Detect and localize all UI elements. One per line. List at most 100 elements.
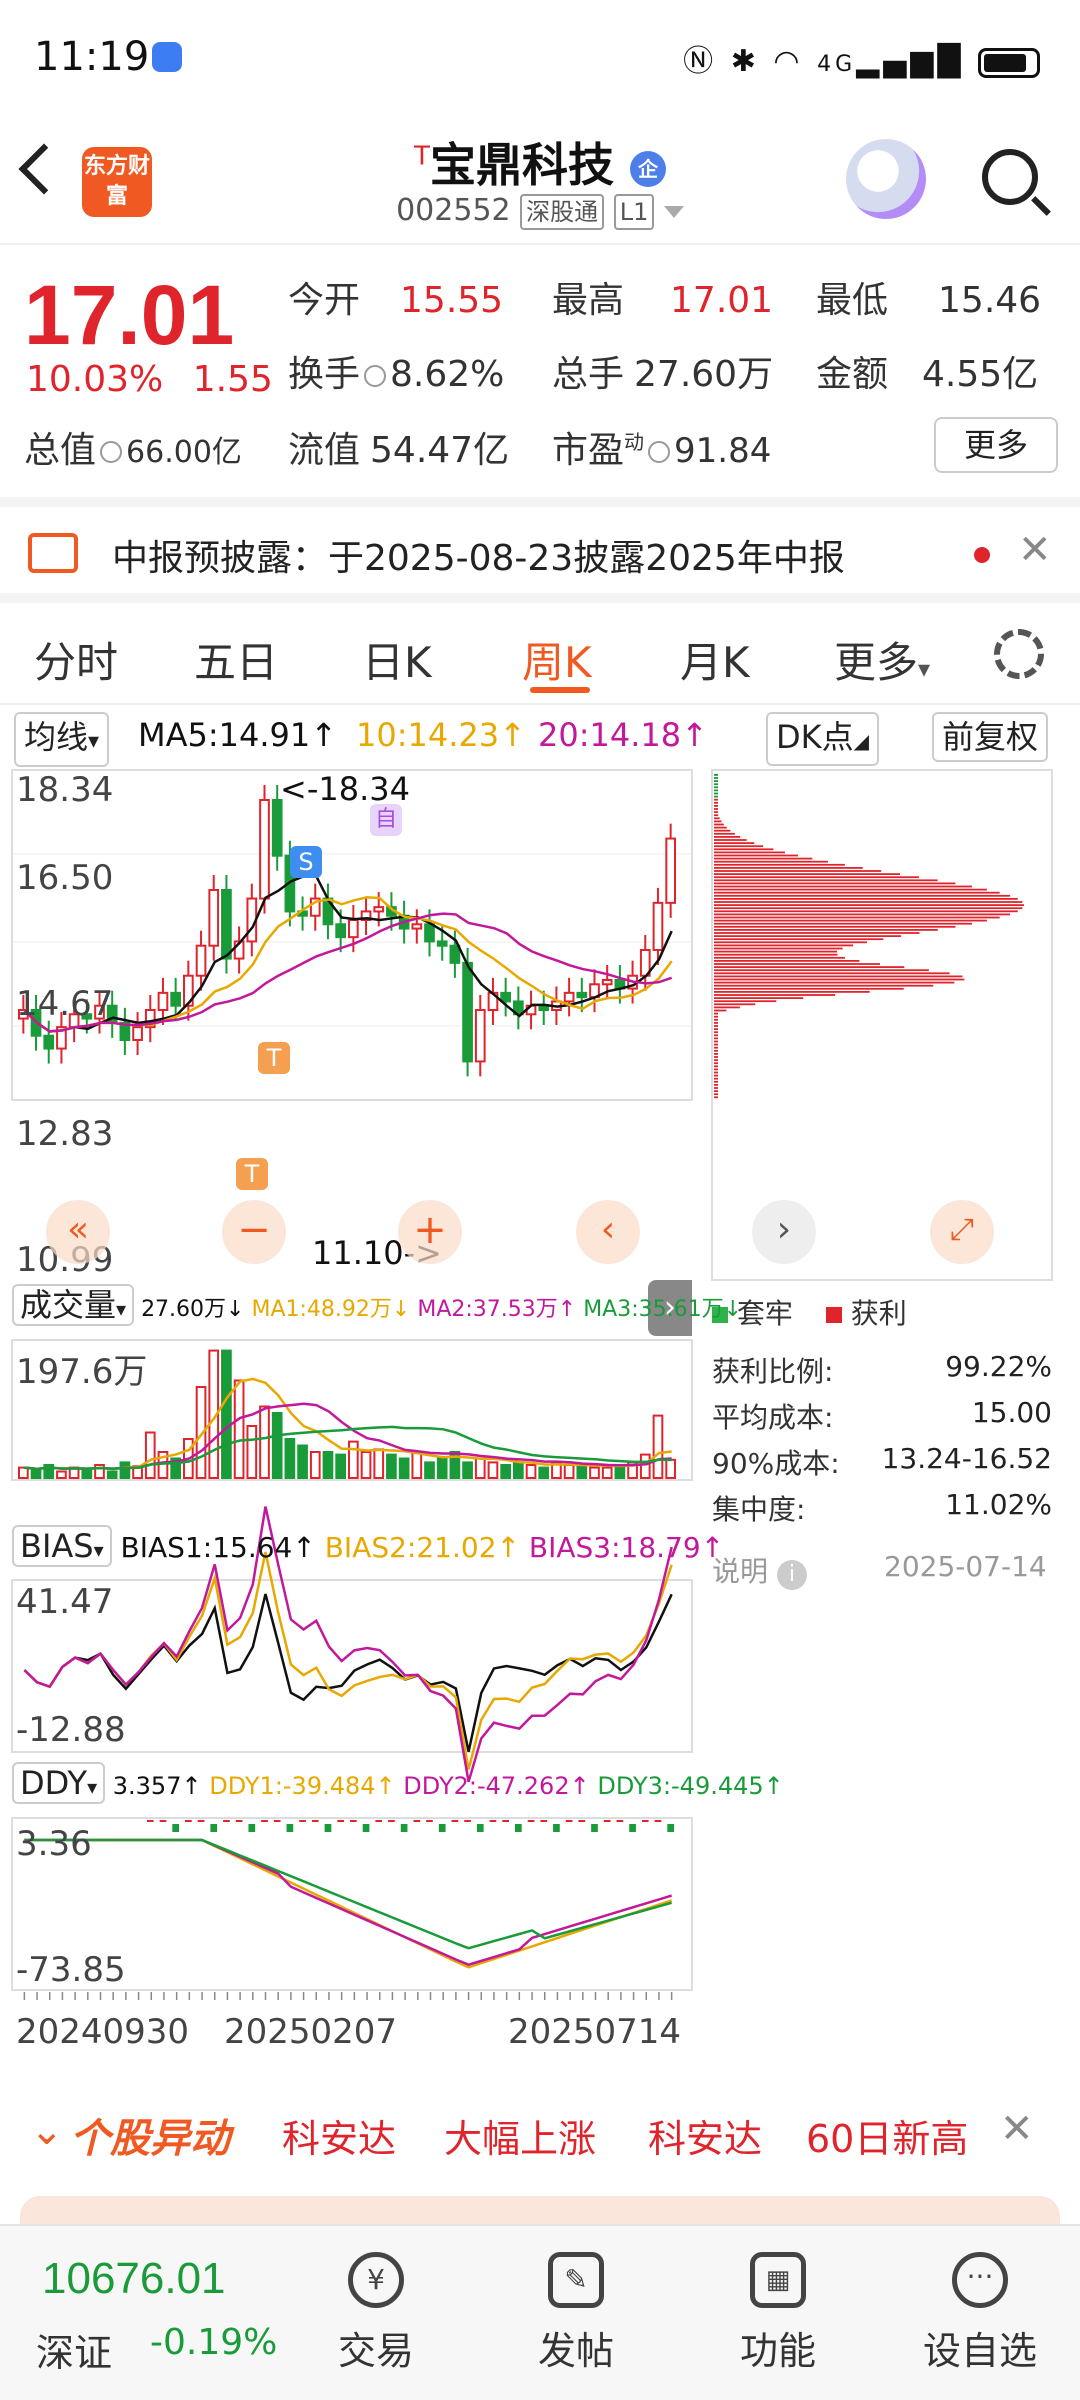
candle-body [474,1009,486,1063]
alert-item[interactable]: 大幅上涨 [444,2108,596,2163]
chip-bar [714,966,905,968]
candle-body [462,961,473,1063]
chip-bar [714,1056,718,1058]
x-date-end: 20250714 [508,2012,682,2052]
zoom-in-button[interactable]: + [398,1200,462,1264]
kline-ma-lines [23,875,673,1033]
chevron-down-icon[interactable]: ⌄ [30,2108,64,2154]
chip-bar [714,1059,718,1061]
scroll-left-button[interactable]: ‹ [576,1200,640,1264]
fullscreen-icon[interactable]: ⤢ [930,1200,994,1264]
index-change[interactable]: -0.19% [150,2322,277,2363]
chip-bar [714,780,718,782]
ddy-selector[interactable]: DDY▾ [12,1762,106,1804]
chip-bar [714,839,747,841]
settings-icon[interactable] [994,629,1044,679]
volume-bar [398,1457,410,1479]
volume-bar [309,1451,321,1479]
status-time: 11:19 [34,34,150,80]
self-marker[interactable]: 自 [370,804,402,836]
volume-selector[interactable]: 成交量▾ [12,1284,135,1326]
ddy-bar [210,1824,218,1832]
sell-marker[interactable]: S [290,846,322,878]
t-marker-2[interactable]: T [236,1158,268,1190]
y-label-3: 14.67 [16,984,114,1024]
x-axis-ticks [23,1992,673,2000]
speaker-icon [28,533,78,573]
tab-five-day[interactable]: 五日 [194,629,278,690]
scroll-prev-button[interactable]: « [46,1200,110,1264]
candle-body [563,991,575,1003]
chip-bar [714,1003,756,1006]
volume-bar [81,1469,93,1480]
ddy-bar [591,1824,598,1832]
dk-point-selector[interactable]: DK点◢ [766,712,880,766]
volume-bar [652,1414,664,1479]
candle-body [500,991,511,1003]
index-value[interactable]: 10676.01 [42,2254,226,2304]
more-button[interactable]: 更多 [934,417,1058,473]
tab-weekly-k[interactable]: 周K [522,629,592,690]
candle-body [335,923,346,939]
notice-bar[interactable]: 中报预披露：于2025-08-23披露2025年中报 ✕ [0,497,1080,603]
nfc-icon: Ⓝ [683,44,718,79]
nav-add-watchlist[interactable]: ··· 设自选 [910,2252,1050,2375]
adjust-button[interactable]: 前复权 [932,712,1049,762]
candle-body [424,923,435,943]
chip-bar [714,919,987,922]
index-name[interactable]: 深证 [36,2322,112,2377]
chip-note-link[interactable]: 说明 i [712,1550,807,1590]
chip-bar [714,808,718,810]
volume-bar [474,1457,486,1479]
volume-bar [30,1469,42,1480]
ddy-bar [641,1820,649,1822]
nav-post[interactable]: ✎ 发帖 [506,2252,646,2375]
vol-ma1: MA1:48.92万↓ [251,1297,411,1322]
amount-cell: 金额 4.55亿 [816,354,1039,395]
tab-more[interactable]: 更多▾ [834,629,930,690]
stock-alert-bar[interactable]: ⌄ 个股异动 科安达 大幅上涨 科安达 60日新高 ✕ [0,2090,1080,2170]
ddy-bar [464,1820,471,1822]
chip-next-button[interactable]: › [752,1200,816,1264]
alert-item[interactable]: 科安达 [648,2108,762,2163]
chip-bar [714,935,902,937]
volume-bar [386,1453,397,1479]
candle-body [157,991,169,1012]
bias-selector[interactable]: BIAS▾ [12,1525,112,1567]
t-marker[interactable]: T [258,1042,290,1074]
ddy2-value: DDY2:-47.262↑ [403,1772,590,1800]
nav-functions[interactable]: ▦ 功能 [708,2252,848,2375]
chip-bar [714,1093,718,1096]
zoom-out-button[interactable]: − [222,1200,286,1264]
candle-body [43,1034,55,1050]
ddy-bar [553,1824,560,1832]
y-label-2: 16.50 [16,858,114,898]
alert-item[interactable]: 科安达 [282,2108,396,2163]
nav-trade[interactable]: ¥ 交易 [306,2252,446,2375]
ddy-bar [286,1824,294,1832]
tab-daily-k[interactable]: 日K [362,629,432,690]
ma-selector[interactable]: 均线▾ [14,712,110,767]
chip-bar [714,922,973,925]
ma5-value: MA5:14.91↑ [138,716,338,754]
ai-assistant-icon[interactable] [846,139,926,219]
close-icon[interactable]: ✕ [1018,527,1052,573]
tab-intraday[interactable]: 分时 [34,629,118,690]
tab-monthly-k[interactable]: 月K [680,629,750,690]
volume-bar [322,1451,334,1479]
ddy-bar [629,1824,636,1832]
chip-bar [714,1065,718,1068]
chip-bar [714,823,724,826]
alert-item[interactable]: 60日新高 [806,2108,968,2163]
search-icon[interactable] [982,149,1038,205]
close-icon[interactable]: ✕ [1000,2106,1034,2152]
chart-area[interactable]: 18.34 16.50 14.67 12.83 10.99 <-18.34 11… [0,764,1080,2084]
notice-text[interactable]: 中报预披露：于2025-08-23披露2025年中报 [112,529,845,581]
chip-bar [714,1034,718,1037]
chip-bar [714,801,718,804]
level-tag: L1 [613,193,655,230]
volume-bar [144,1431,156,1479]
chip-bar [714,863,845,866]
chip-bar [714,1068,718,1071]
ddy-bar [388,1820,395,1822]
